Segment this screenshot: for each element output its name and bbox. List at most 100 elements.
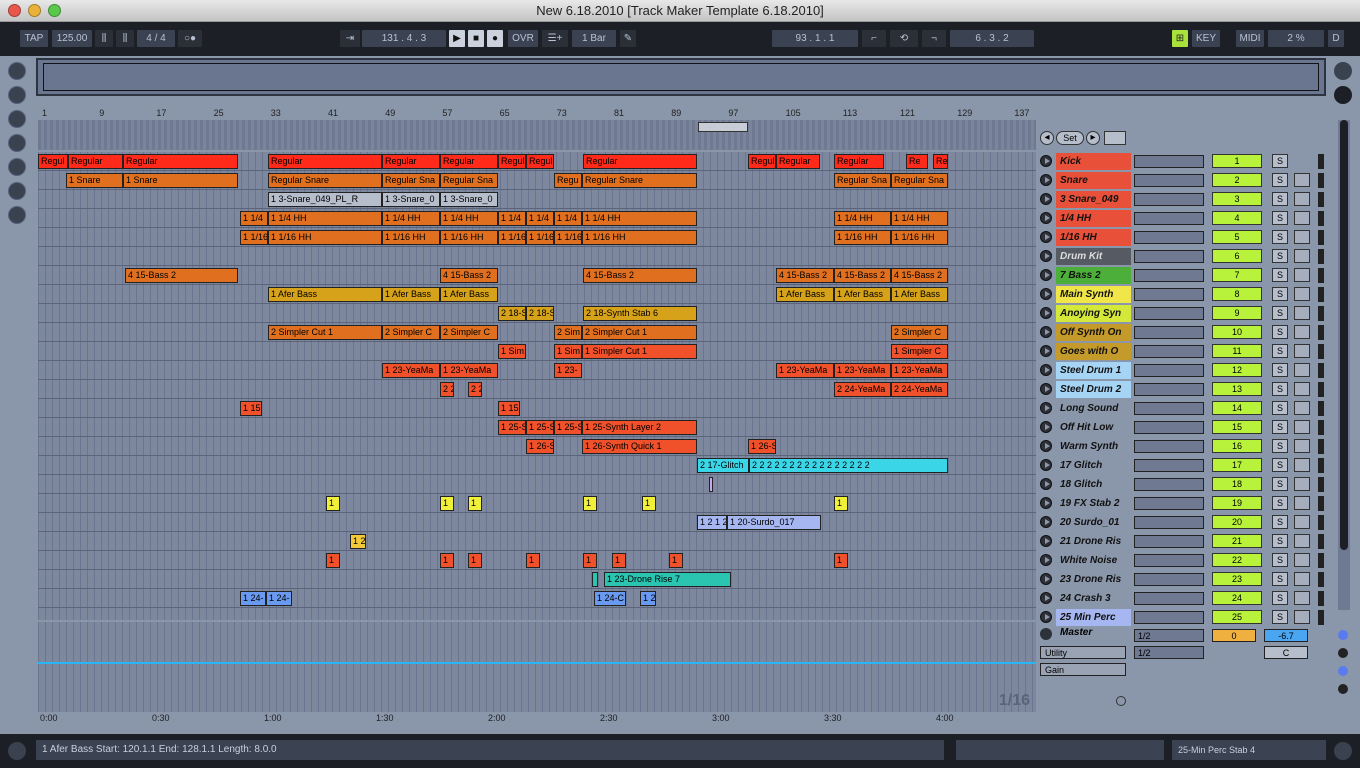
hot-swap-icon[interactable] (8, 206, 26, 224)
clip[interactable]: 4 15-Bass 2 (440, 268, 498, 283)
clip[interactable]: 1 Afer Bass (268, 287, 382, 302)
song-position-field[interactable]: 131 . 4 . 3 (362, 30, 446, 47)
clip[interactable]: 1 2 (350, 534, 366, 549)
punch-out-button[interactable]: ¬ (922, 30, 946, 47)
arm-button[interactable] (1294, 287, 1310, 301)
arm-button[interactable] (1294, 534, 1310, 548)
clip[interactable]: 1 (326, 496, 340, 511)
track-io-slot[interactable] (1134, 269, 1204, 282)
track-io-slot[interactable] (1134, 573, 1204, 586)
track-lane[interactable]: 4 15-Bass 24 15-Bass 24 15-Bass 24 15-Ba… (38, 266, 1036, 285)
fold-icon[interactable] (1040, 535, 1052, 547)
solo-button[interactable]: S (1272, 458, 1288, 472)
master-pan[interactable]: C (1264, 646, 1308, 659)
track-activator-button[interactable]: 1 (1212, 154, 1262, 168)
clip[interactable]: 1 1/4 (240, 211, 268, 226)
clip[interactable]: 1 Snare (123, 173, 238, 188)
master-pan-value[interactable]: -6.7 (1264, 629, 1308, 642)
clip[interactable]: 1 1/16 HH (382, 230, 440, 245)
follow-button[interactable]: ⇥ (340, 30, 360, 47)
clip[interactable]: 1 1/4 HH (268, 211, 382, 226)
clip[interactable]: 1 1/16 (240, 230, 268, 245)
clip[interactable]: 1 (834, 553, 848, 568)
track-activator-button[interactable]: 20 (1212, 515, 1262, 529)
clip[interactable]: Regular (440, 154, 498, 169)
track-activator-button[interactable]: 22 (1212, 553, 1262, 567)
clip[interactable]: 2 Simpler Cut 1 (582, 325, 697, 340)
track-name[interactable]: 18 Glitch (1056, 476, 1131, 493)
play-button[interactable]: ▶ (449, 30, 465, 47)
clip[interactable]: 1 (669, 553, 683, 568)
arm-button[interactable] (1294, 382, 1310, 396)
track-name[interactable]: Steel Drum 2 (1056, 381, 1131, 398)
clip[interactable] (709, 477, 713, 492)
arm-button[interactable] (1294, 192, 1310, 206)
fold-icon[interactable] (1040, 402, 1052, 414)
track-activator-button[interactable]: 24 (1212, 591, 1262, 605)
stop-button[interactable]: ■ (468, 30, 484, 47)
clip[interactable]: 1 25-S (554, 420, 582, 435)
clip[interactable]: 1 Afer Bass (382, 287, 440, 302)
solo-button[interactable]: S (1272, 363, 1288, 377)
solo-button[interactable]: S (1272, 249, 1288, 263)
clip[interactable]: 1 2 1 2 (697, 515, 727, 530)
beat-ruler[interactable]: 1 9 17 25 33 41 49 57 65 73 81 89 97 105 113 121 129 137 (38, 106, 1036, 120)
time-signature-field[interactable]: 4 / 4 (137, 30, 175, 47)
fold-icon[interactable] (1040, 288, 1052, 300)
plugin-browser-icon[interactable] (8, 110, 26, 128)
solo-button[interactable]: S (1272, 382, 1288, 396)
computer-midi-keyboard-button[interactable]: ⊞ (1172, 30, 1188, 47)
clip[interactable]: 4 15-Bass 2 (834, 268, 891, 283)
arm-button[interactable] (1294, 249, 1310, 263)
clip[interactable]: 1 1/16 (526, 230, 554, 245)
track-io-slot[interactable] (1134, 345, 1204, 358)
track-name[interactable]: Long Sound (1056, 400, 1131, 417)
track-activator-button[interactable]: 10 (1212, 325, 1262, 339)
clip[interactable]: 2 24-YeaMa (834, 382, 891, 397)
track-io-slot[interactable] (1134, 440, 1204, 453)
track-lane[interactable]: 1 2 1 21 20-Surdo_017 (38, 513, 1036, 532)
solo-button[interactable]: S (1272, 268, 1288, 282)
clip[interactable]: 1 24- (266, 591, 292, 606)
solo-button[interactable]: S (1272, 534, 1288, 548)
track-io-slot[interactable] (1134, 288, 1204, 301)
fold-icon[interactable] (1040, 326, 1052, 338)
track-name[interactable]: Off Synth On (1056, 324, 1131, 341)
track-io-slot[interactable] (1134, 155, 1204, 168)
track-lane[interactable]: 1 24- 1 24- 1 24-C 1 2 (38, 589, 1036, 608)
track-lane[interactable]: 1 1/4 1 1/4 HH 1 1/4 HH 1 1/4 HH 1 1/4 1 1/4 1… (38, 209, 1036, 228)
arm-button[interactable] (1294, 268, 1310, 282)
solo-button[interactable]: S (1272, 515, 1288, 529)
clip[interactable]: 1 Simpler Cut 1 (582, 344, 697, 359)
track-name[interactable]: White Noise (1056, 552, 1131, 569)
fold-icon[interactable] (1040, 307, 1052, 319)
delay-toggle-icon[interactable] (1338, 684, 1348, 694)
clip[interactable]: Regular Sna (440, 173, 498, 188)
fold-icon[interactable] (1040, 421, 1052, 433)
track-activator-button[interactable]: 16 (1212, 439, 1262, 453)
clip[interactable]: 2 2 (468, 382, 482, 397)
solo-button[interactable]: S (1272, 173, 1288, 187)
clip[interactable]: Regular (68, 154, 123, 169)
solo-button[interactable]: S (1272, 401, 1288, 415)
clip[interactable]: Regul (748, 154, 776, 169)
clip[interactable]: 1 (583, 553, 597, 568)
clip[interactable]: 1 3-Snare_049_PL_R (268, 192, 382, 207)
clip[interactable]: 1 1/4 HH (582, 211, 697, 226)
clip[interactable]: 2 24-YeaMa (891, 382, 948, 397)
tap-button[interactable]: TAP (20, 30, 48, 47)
solo-button[interactable]: S (1272, 230, 1288, 244)
track-lane[interactable]: 1 15- 1 15- (38, 399, 1036, 418)
clip[interactable]: Regular (834, 154, 884, 169)
track-lane[interactable]: 111111 (38, 494, 1036, 513)
clip[interactable]: 1 1/16 (498, 230, 526, 245)
track-io-slot[interactable] (1134, 231, 1204, 244)
clip[interactable]: 4 15-Bass 2 (776, 268, 834, 283)
fold-icon[interactable] (1040, 573, 1052, 585)
clip[interactable]: 1 25-Synth Layer 2 (582, 420, 697, 435)
solo-button[interactable]: S (1272, 325, 1288, 339)
clip[interactable]: 1 26-S (748, 439, 776, 454)
arm-button[interactable] (1294, 591, 1310, 605)
arm-button[interactable] (1294, 173, 1310, 187)
track-activator-button[interactable]: 12 (1212, 363, 1262, 377)
